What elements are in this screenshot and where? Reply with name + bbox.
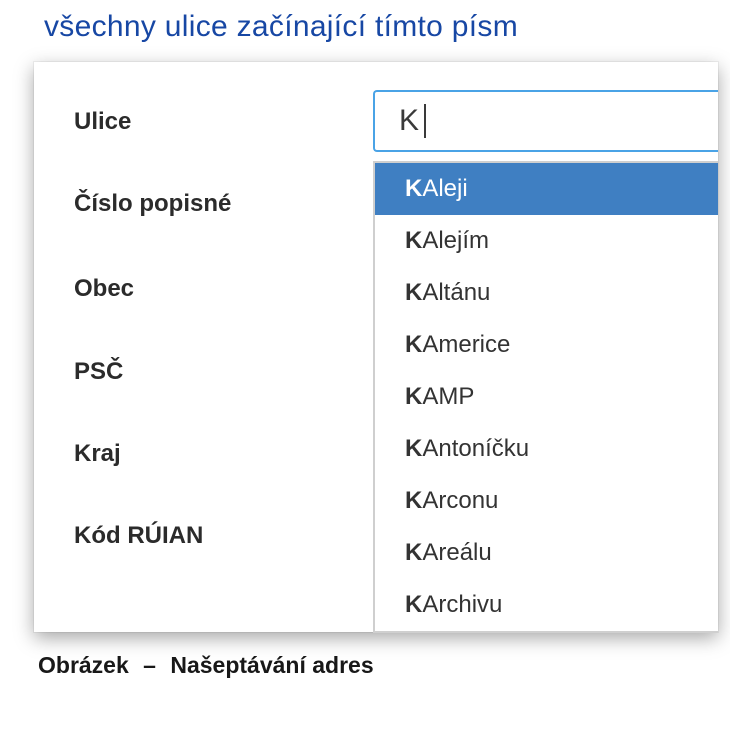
option-match: K [405, 331, 422, 359]
option-match: K [405, 227, 422, 255]
option-rest: AMP [422, 383, 474, 411]
option-rest: Aleji [422, 175, 467, 203]
option-match: K [405, 279, 422, 307]
label-cislo-popisne: Číslo popisné [74, 192, 231, 216]
autocomplete-option[interactable]: K Archivu [375, 579, 718, 631]
autocomplete-option[interactable]: K Areálu [375, 527, 718, 579]
option-match: K [405, 591, 422, 619]
option-rest: Areálu [422, 539, 491, 567]
option-match: K [405, 539, 422, 567]
option-match: K [405, 383, 422, 411]
autocomplete-option[interactable]: K Alejím [375, 215, 718, 267]
autocomplete-option[interactable]: K Antoníčku [375, 423, 718, 475]
address-form: Ulice Číslo popisné Obec PSČ Kraj Kód RÚ… [34, 62, 718, 632]
autocomplete-option[interactable]: K Arconu [375, 475, 718, 527]
option-match: K [405, 175, 422, 203]
autocomplete-dropdown: K AlejiK AlejímK AltánuK AmericeK AMPK A… [373, 161, 718, 633]
option-rest: Archivu [422, 591, 502, 619]
label-ulice: Ulice [74, 110, 131, 134]
label-psc: PSČ [74, 360, 123, 384]
caption-prefix: Obrázek [38, 652, 129, 678]
intro-text: všechny ulice začínající tímto písm [0, 0, 730, 62]
option-rest: Alejím [422, 227, 489, 255]
option-rest: Arconu [422, 487, 498, 515]
option-rest: Altánu [422, 279, 490, 307]
label-kod-ruian: Kód RÚIAN [74, 524, 203, 548]
label-kraj: Kraj [74, 442, 121, 466]
autocomplete-option[interactable]: K Americe [375, 319, 718, 371]
option-rest: Antoníčku [422, 435, 529, 463]
figure-caption: Obrázek – Našeptávání adres [38, 652, 730, 679]
ulice-input-value: K [399, 104, 420, 138]
text-caret-icon [424, 104, 426, 138]
autocomplete-option[interactable]: K Altánu [375, 267, 718, 319]
caption-title: Našeptávání adres [170, 652, 373, 678]
label-obec: Obec [74, 277, 134, 301]
option-rest: Americe [422, 331, 510, 359]
autocomplete-option[interactable]: K AMP [375, 371, 718, 423]
screenshot-panel: Ulice Číslo popisné Obec PSČ Kraj Kód RÚ… [34, 62, 718, 632]
caption-separator: – [135, 652, 164, 678]
autocomplete-option[interactable]: K Aleji [375, 163, 718, 215]
option-match: K [405, 435, 422, 463]
option-match: K [405, 487, 422, 515]
ulice-input[interactable]: K [373, 90, 718, 152]
